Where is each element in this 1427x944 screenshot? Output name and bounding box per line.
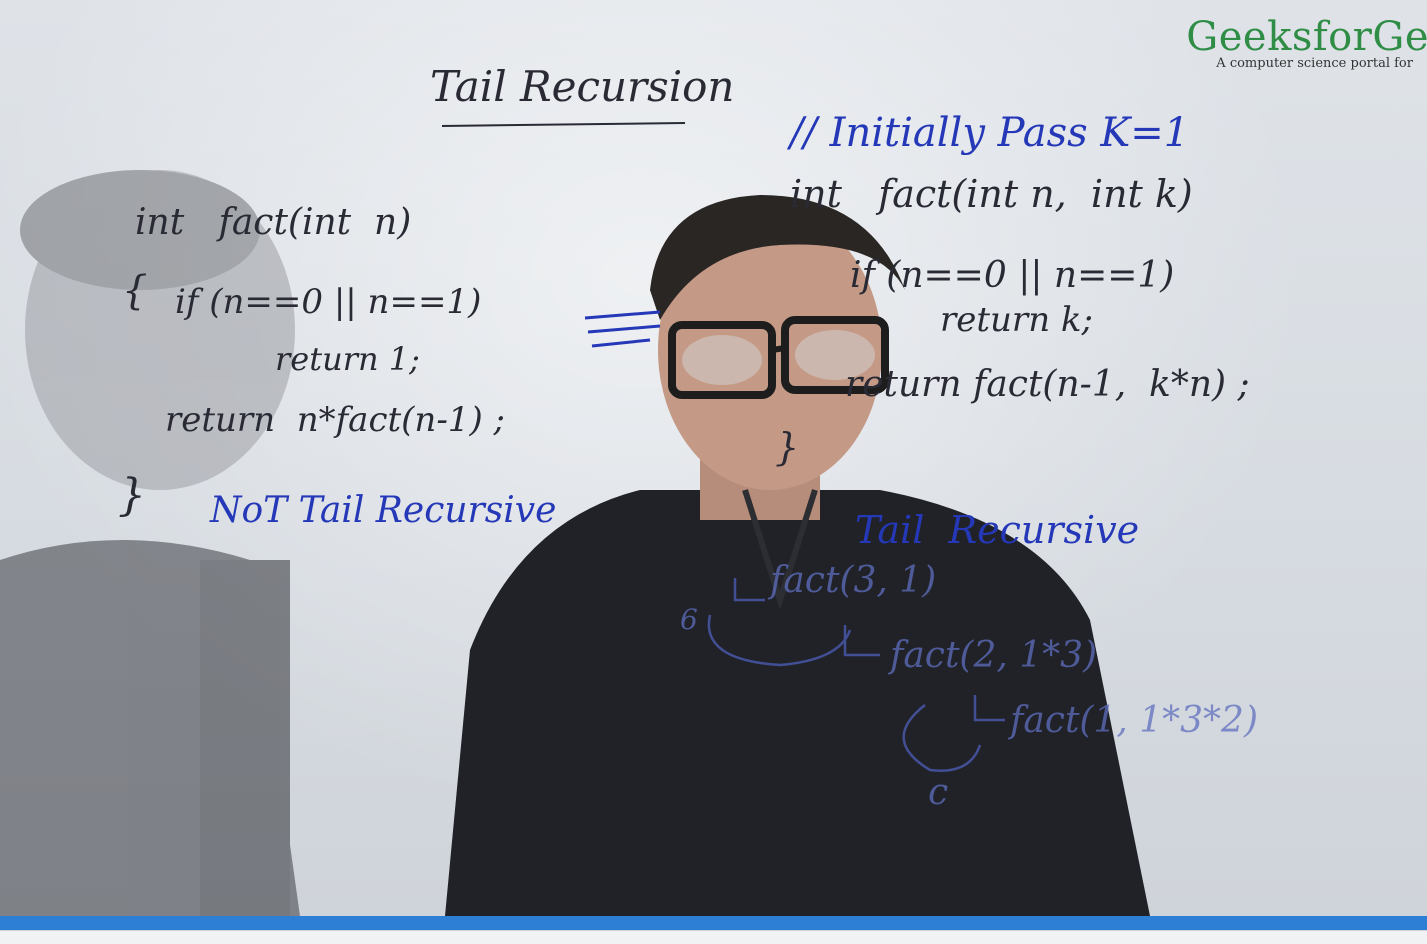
not-tail-recursive-label: NoT Tail Recursive [210, 490, 557, 531]
left-code-line-4: return 1; [275, 340, 420, 378]
tail-recursive-label: Tail Recursive [855, 508, 1140, 552]
player-controls-strip [0, 930, 1427, 944]
video-progress-bar[interactable] [0, 916, 1427, 930]
right-code-line-4: return fact(n-1, k*n) ; [845, 364, 1250, 405]
right-code-brace-close: } [775, 425, 800, 469]
logo-name: GeeksforGe [1186, 14, 1427, 60]
video-progress-fill [0, 916, 1427, 930]
trace-step-3: fact(1, 1*3*2) [1010, 700, 1259, 741]
left-code-brace-open: { [122, 268, 148, 314]
initial-comment: // Initially Pass K=1 [790, 110, 1190, 156]
board-title: Tail Recursion [430, 62, 735, 111]
geeksforgeeks-logo: GeeksforGe A computer science portal for [1186, 14, 1427, 71]
logo-tagline: A computer science portal for [1216, 56, 1413, 71]
right-code-line-1: int fact(int n, int k) [790, 172, 1193, 216]
title-underline [441, 122, 686, 127]
trace-c-mark: c [928, 772, 949, 813]
left-code-line-3: if (n==0 || n==1) [175, 282, 482, 322]
trace-result: 6 [680, 603, 698, 636]
right-code-line-2: if (n==0 || n==1) [850, 255, 1175, 296]
right-code-line-3: return k; [940, 300, 1093, 340]
left-code-line-1: int fact(int n) [135, 202, 412, 243]
left-code-line-5: return n*fact(n-1) ; [165, 400, 505, 440]
video-player[interactable]: Tail Recursion int fact(int n) { if (n==… [0, 0, 1427, 916]
arrow-marks [584, 310, 661, 348]
trace-step-1: fact(3, 1) [770, 560, 937, 601]
trace-step-2: fact(2, 1*3) [890, 635, 1098, 676]
presenters-illustration [0, 122, 1150, 916]
left-code-brace-close: } [118, 470, 146, 521]
